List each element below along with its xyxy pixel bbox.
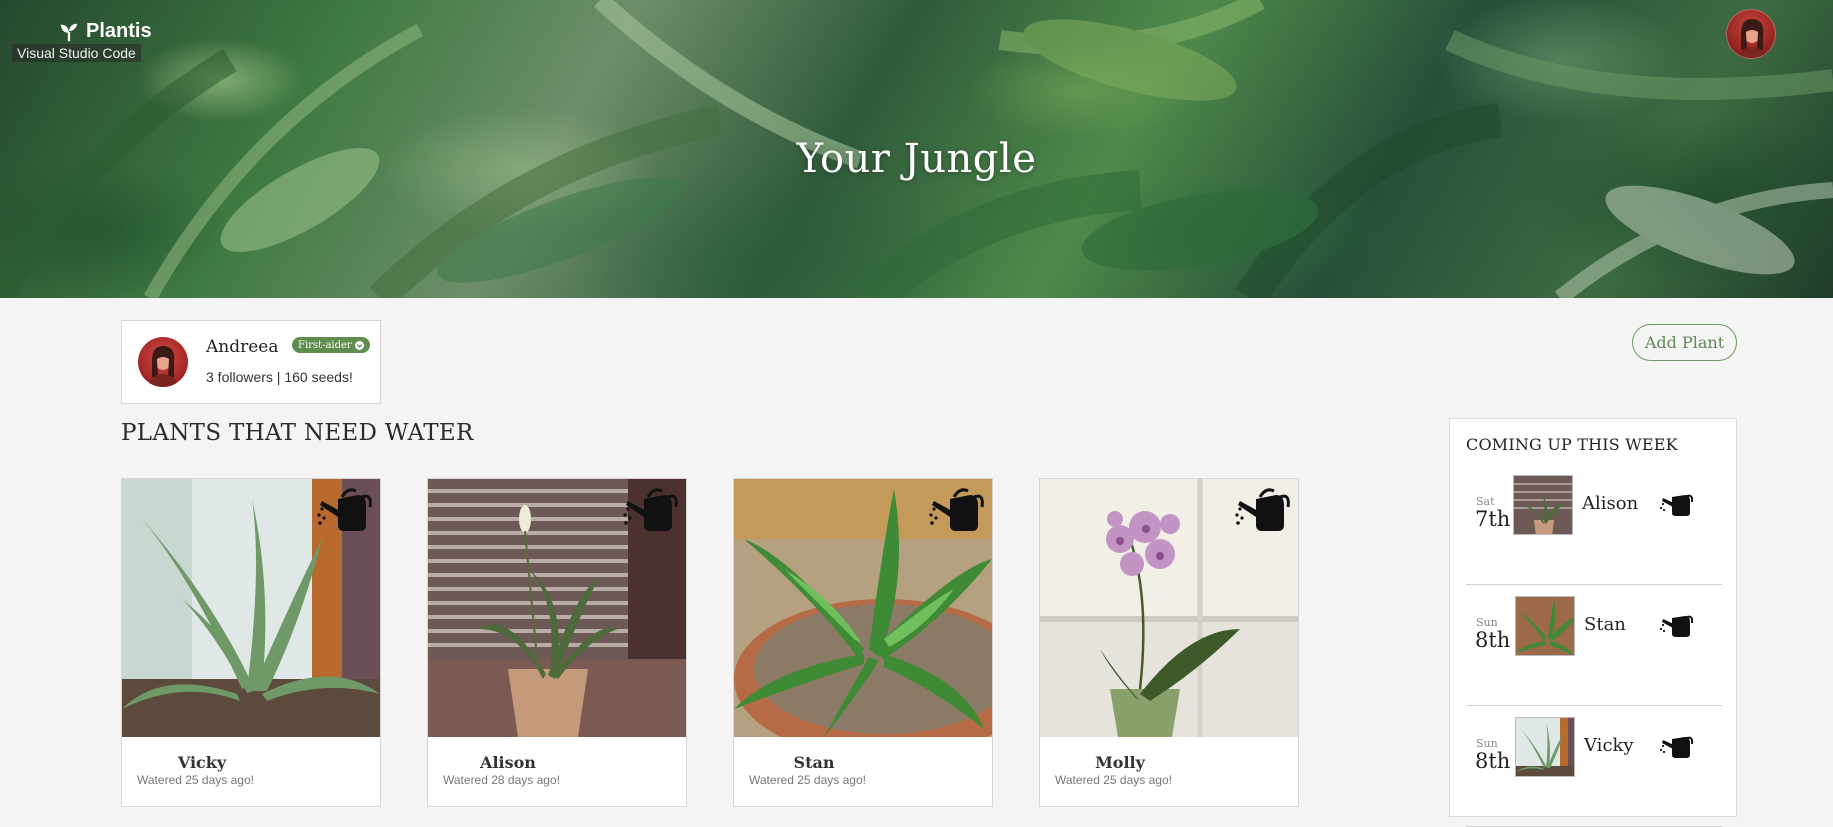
profile-stats: 3 followers | 160 seeds! (206, 369, 353, 385)
plant-watered: Watered 25 days ago! (749, 773, 866, 787)
schedule-plant-name: Vicky (1584, 735, 1634, 756)
plant-card-molly[interactable]: Molly Watered 25 days ago! (1039, 478, 1299, 807)
hero-banner: Plantis Visual Studio Code Your Jungle (0, 0, 1833, 298)
profile-card: Andreea First-aider 3 followers | 160 se… (121, 320, 381, 404)
schedule-date: 8th (1475, 749, 1511, 773)
window-tooltip: Visual Studio Code (12, 44, 141, 62)
brand-name: Plantis (86, 20, 152, 42)
watering-can-icon[interactable] (316, 485, 372, 537)
schedule-date: 8th (1475, 628, 1511, 652)
schedule-date: 7th (1475, 507, 1511, 531)
badge-label: First-aider (298, 339, 352, 351)
avatar-icon (148, 345, 178, 387)
schedule-thumbnail (1513, 475, 1573, 535)
schedule-thumbnail (1515, 596, 1575, 656)
schedule-item[interactable]: Sun 8th Stan (1466, 586, 1722, 706)
status-badge[interactable]: First-aider (292, 337, 370, 353)
watering-can-icon[interactable] (1659, 610, 1693, 640)
plant-card-stan[interactable]: Stan Watered 25 days ago! (733, 478, 993, 807)
watering-can-icon[interactable] (928, 485, 984, 537)
profile-avatar[interactable] (138, 337, 188, 387)
plant-name: Vicky (177, 753, 227, 772)
watering-can-icon[interactable] (1659, 731, 1693, 761)
avatar-icon (1737, 18, 1767, 58)
schedule-panel: COMING UP THIS WEEK Sat 7th Alison Sun 8… (1449, 418, 1737, 827)
plant-watered: Watered 28 days ago! (443, 773, 560, 787)
plant-name: Stan (793, 753, 835, 772)
schedule-plant-name: Stan (1584, 614, 1626, 635)
schedule-item[interactable]: Sun 8th Vicky (1466, 707, 1722, 827)
profile-name: Andreea (206, 337, 279, 357)
watering-can-icon[interactable] (622, 485, 678, 537)
sprout-icon (60, 23, 78, 41)
plant-card-vicky[interactable]: Vicky Watered 25 days ago! (121, 478, 381, 807)
user-avatar[interactable] (1726, 9, 1776, 59)
plant-watered: Watered 25 days ago! (1055, 773, 1172, 787)
schedule-title: COMING UP THIS WEEK (1466, 435, 1678, 454)
watering-can-icon[interactable] (1234, 485, 1290, 537)
schedule-item[interactable]: Sat 7th Alison (1466, 465, 1722, 585)
hero-title: Your Jungle (796, 136, 1037, 182)
watering-can-icon[interactable] (1659, 489, 1693, 519)
schedule-plant-name: Alison (1582, 493, 1639, 514)
add-plant-button[interactable]: Add Plant (1632, 324, 1737, 361)
schedule-thumbnail (1515, 717, 1575, 777)
section-title: PLANTS THAT NEED WATER (121, 420, 474, 446)
plant-name: Alison (480, 753, 536, 772)
brand-logo[interactable]: Plantis (58, 20, 152, 43)
plant-card-alison[interactable]: Alison Watered 28 days ago! (427, 478, 687, 807)
plant-name: Molly (1095, 753, 1145, 772)
plant-watered: Watered 25 days ago! (137, 773, 254, 787)
chevron-down-icon (354, 340, 364, 350)
